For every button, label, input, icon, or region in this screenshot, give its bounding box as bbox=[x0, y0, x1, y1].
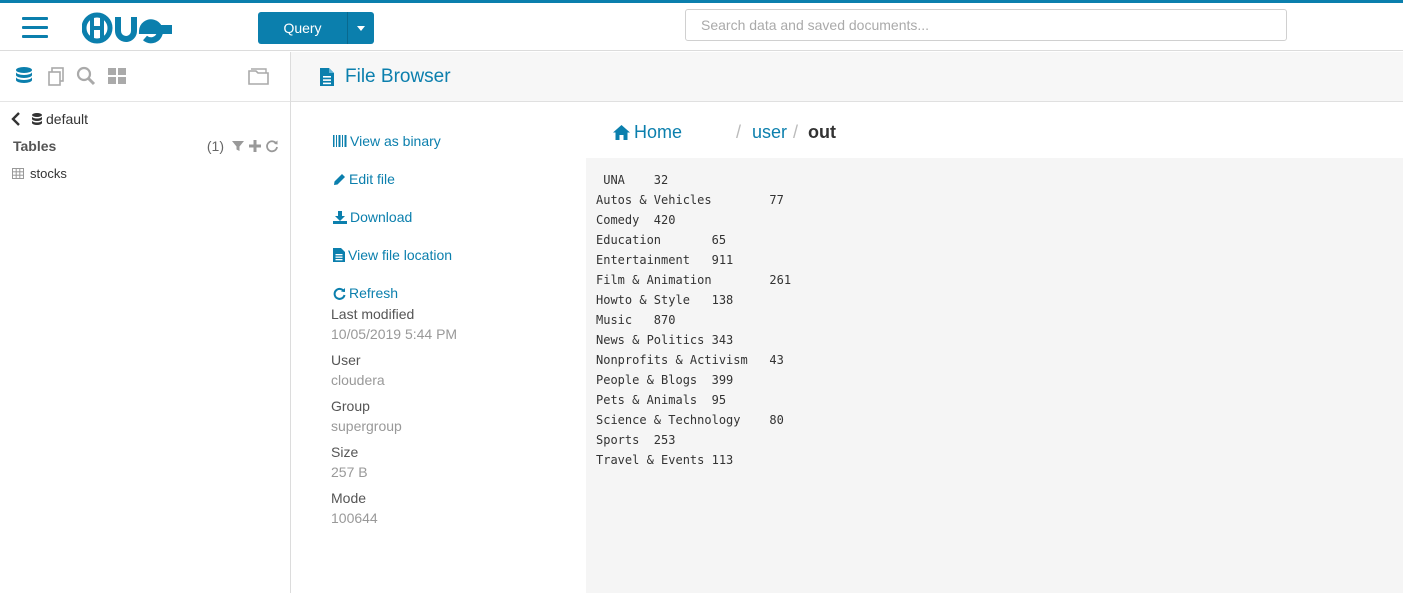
database-icon[interactable] bbox=[14, 66, 34, 86]
file-line: Music 870 bbox=[596, 313, 676, 327]
edit-file-label: Edit file bbox=[349, 171, 395, 187]
barcode-icon bbox=[333, 135, 347, 147]
table-item-stocks[interactable]: stocks bbox=[12, 166, 67, 181]
filter-icon[interactable] bbox=[231, 139, 245, 153]
view-file-location-link[interactable]: View file location bbox=[333, 236, 452, 274]
file-line: Autos & Vehicles 77 bbox=[596, 193, 784, 207]
file-metadata: Last modified 10/05/2019 5:44 PM User cl… bbox=[331, 304, 457, 534]
file-line: News & Politics 343 bbox=[596, 333, 734, 347]
breadcrumb: Home / user / out bbox=[613, 122, 1213, 146]
file-line: Nonprofits & Activism 43 bbox=[596, 353, 784, 367]
breadcrumb-user[interactable]: user bbox=[752, 122, 787, 143]
last-modified-value: 10/05/2019 5:44 PM bbox=[331, 326, 458, 342]
top-navbar: Query bbox=[0, 3, 1403, 51]
query-button[interactable]: Query bbox=[258, 12, 374, 44]
mode-label: Mode bbox=[331, 490, 367, 506]
view-file-location-label: View file location bbox=[348, 247, 453, 263]
group-label: Group bbox=[331, 398, 370, 414]
size-value: 257 B bbox=[331, 464, 368, 480]
edit-file-link[interactable]: Edit file bbox=[333, 160, 452, 198]
search-icon[interactable] bbox=[76, 66, 96, 86]
download-link[interactable]: Download bbox=[333, 198, 452, 236]
database-name: default bbox=[46, 111, 89, 127]
assist-toolbar bbox=[0, 52, 290, 102]
file-line: Pets & Animals 95 bbox=[596, 393, 727, 407]
download-label: Download bbox=[350, 209, 413, 225]
file-line: Howto & Style 138 bbox=[596, 293, 734, 307]
tables-title: Tables bbox=[13, 138, 57, 154]
breadcrumb-home-label: Home bbox=[634, 122, 683, 142]
file-line: People & Blogs 399 bbox=[596, 373, 734, 387]
pencil-icon bbox=[334, 173, 345, 185]
documents-icon[interactable] bbox=[46, 66, 66, 86]
file-contents-viewer[interactable]: UNA 32 Autos & Vehicles 77 Comedy 420 Ed… bbox=[586, 158, 1403, 593]
left-assist-panel: default Tables (1) stocks bbox=[0, 52, 291, 593]
file-line: Sports 253 bbox=[596, 433, 676, 447]
file-line: Education 65 bbox=[596, 233, 727, 247]
file-line: UNA 32 bbox=[596, 173, 669, 187]
file-line: Entertainment 911 bbox=[596, 253, 734, 267]
page-header: File Browser bbox=[291, 52, 1403, 102]
mode-value: 100644 bbox=[331, 510, 378, 526]
breadcrumb-separator: / bbox=[736, 122, 742, 142]
main-content: File Browser View as binary Edit file Do… bbox=[291, 52, 1403, 593]
size-label: Size bbox=[331, 444, 359, 460]
view-as-binary-link[interactable]: View as binary bbox=[333, 122, 452, 160]
database-small-icon bbox=[32, 113, 42, 125]
download-icon bbox=[333, 210, 347, 224]
refresh-label: Refresh bbox=[349, 285, 399, 301]
file-line: Film & Animation 261 bbox=[596, 273, 792, 287]
breadcrumb-home[interactable]: Home bbox=[613, 122, 682, 143]
tables-header: Tables (1) bbox=[13, 138, 279, 154]
file-location-icon bbox=[333, 248, 345, 262]
user-label: User bbox=[331, 352, 361, 368]
global-search-input[interactable] bbox=[685, 9, 1287, 41]
hue-logo[interactable] bbox=[81, 11, 182, 45]
grid-icon[interactable] bbox=[107, 66, 127, 86]
user-value: cloudera bbox=[331, 372, 385, 388]
breadcrumb-current: out bbox=[808, 122, 836, 142]
file-actions: View as binary Edit file Download View f… bbox=[333, 122, 452, 312]
breadcrumb-separator: / bbox=[793, 122, 799, 142]
hamburger-menu-icon[interactable] bbox=[22, 17, 48, 39]
last-modified-label: Last modified bbox=[331, 306, 415, 322]
table-icon bbox=[12, 168, 24, 179]
tables-count: (1) bbox=[206, 138, 224, 154]
database-selector[interactable]: default bbox=[10, 111, 88, 127]
refresh-icon[interactable] bbox=[265, 139, 279, 153]
page-title: File Browser bbox=[345, 65, 451, 87]
add-icon[interactable] bbox=[248, 139, 262, 153]
file-line: Travel & Events 113 bbox=[596, 453, 734, 467]
folder-icon[interactable] bbox=[248, 66, 269, 86]
file-line: Science & Technology 80 bbox=[596, 413, 784, 427]
query-dropdown-caret-icon[interactable] bbox=[348, 12, 374, 44]
query-button-label[interactable]: Query bbox=[258, 12, 348, 44]
file-icon bbox=[320, 67, 334, 86]
group-value: supergroup bbox=[331, 418, 402, 434]
view-as-binary-label: View as binary bbox=[350, 133, 441, 149]
file-line: Comedy 420 bbox=[596, 213, 676, 227]
table-name: stocks bbox=[30, 166, 67, 181]
back-chevron-icon[interactable] bbox=[10, 112, 22, 126]
home-icon bbox=[613, 125, 630, 140]
refresh-icon bbox=[333, 287, 346, 300]
